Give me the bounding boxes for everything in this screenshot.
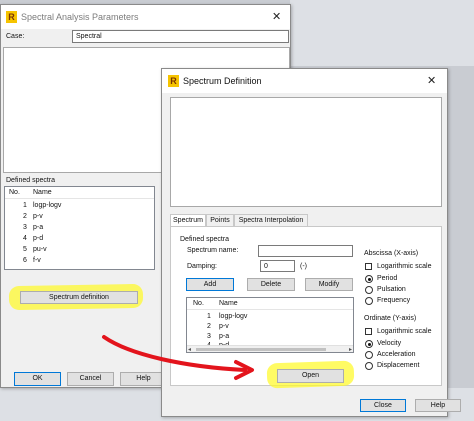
- damping-field[interactable]: 0: [260, 260, 295, 272]
- add-button[interactable]: Add: [186, 278, 234, 291]
- back-spectra-list: No. Name 1 logp-logv 2 p-v 3 p-a 4 p-d 5…: [4, 186, 155, 270]
- desktop-background: [290, 0, 474, 66]
- tab-points[interactable]: Points: [206, 214, 234, 226]
- back-list-header-name[interactable]: Name: [33, 189, 52, 196]
- spectrum-definition-window: R Spectrum Definition ✕ Spectrum Points …: [161, 68, 461, 417]
- radio-velocity-label: Velocity: [377, 340, 402, 347]
- modify-button[interactable]: Modify: [305, 278, 353, 291]
- list-item[interactable]: 2 p-v: [187, 322, 353, 332]
- back-help-button[interactable]: Help: [120, 372, 167, 386]
- radio-acceleration-label: Acceleration: [377, 351, 416, 358]
- front-window-title: Spectrum Definition: [183, 76, 262, 86]
- spectrum-name-label: Spectrum name:: [187, 247, 239, 254]
- radio-period[interactable]: [365, 275, 373, 283]
- close-button[interactable]: Close: [360, 399, 406, 412]
- delete-button[interactable]: Delete: [247, 278, 295, 291]
- spectrum-name-field[interactable]: [258, 245, 353, 257]
- list-item[interactable]: 6 f-v: [5, 256, 154, 266]
- damping-unit: (-): [300, 263, 307, 270]
- radio-displacement[interactable]: [365, 362, 373, 370]
- damping-label: Damping:: [187, 263, 217, 270]
- radio-frequency[interactable]: [365, 297, 373, 305]
- radio-acceleration[interactable]: [365, 351, 373, 359]
- spectrum-definition-button[interactable]: Spectrum definition: [20, 291, 138, 304]
- ordinate-log-label: Logarithmic scale: [377, 328, 432, 335]
- back-list-header: No. Name: [5, 187, 154, 199]
- abscissa-log-checkbox[interactable]: [365, 263, 372, 270]
- scroll-right-icon[interactable]: ▸: [349, 346, 352, 352]
- front-spectra-list: No. Name 1 logp-logv 2 p-v 3 p-a 4 p-d ◂: [186, 297, 354, 353]
- scroll-thumb[interactable]: [196, 348, 326, 351]
- radio-pulsation[interactable]: [365, 286, 373, 294]
- back-list-header-no[interactable]: No.: [9, 189, 20, 196]
- case-field[interactable]: Spectral: [72, 30, 289, 43]
- list-item[interactable]: 1 logp-logv: [187, 312, 353, 322]
- spectrum-description-area: [170, 97, 442, 207]
- front-list-header: No. Name: [187, 298, 353, 310]
- abscissa-log-label: Logarithmic scale: [377, 263, 432, 270]
- front-list-header-name[interactable]: Name: [219, 300, 238, 307]
- case-label: Case:: [6, 33, 25, 40]
- radio-frequency-label: Frequency: [377, 297, 411, 304]
- radio-displacement-label: Displacement: [377, 362, 420, 369]
- list-horizontal-scrollbar[interactable]: ◂ ▸: [187, 345, 353, 352]
- app-logo-icon: R: [168, 75, 179, 87]
- ok-button[interactable]: OK: [14, 372, 61, 386]
- radio-pulsation-label: Pulsation: [377, 286, 406, 293]
- back-window-titlebar[interactable]: R Spectral Analysis Parameters ✕: [1, 5, 290, 29]
- radio-velocity[interactable]: [365, 340, 373, 348]
- radio-period-label: Period: [377, 275, 398, 282]
- open-button[interactable]: Open: [277, 369, 344, 383]
- list-item[interactable]: 1 logp-logv: [5, 201, 154, 211]
- list-item[interactable]: 2 p-v: [5, 212, 154, 222]
- front-window-titlebar[interactable]: R Spectrum Definition ✕: [162, 69, 447, 93]
- tab-strip: Spectrum Points Spectra Interpolation: [170, 214, 442, 227]
- front-help-button[interactable]: Help: [415, 399, 461, 412]
- tab-spectra-interpolation[interactable]: Spectra Interpolation: [234, 214, 308, 226]
- app-logo-icon: R: [6, 11, 17, 23]
- abscissa-group-label: Abscissa (X-axis): [364, 250, 419, 257]
- back-defined-spectra-label: Defined spectra: [6, 177, 56, 184]
- list-item[interactable]: 5 pu-v: [5, 245, 154, 255]
- scroll-left-icon[interactable]: ◂: [188, 346, 191, 352]
- ordinate-group-label: Ordinate (Y-axis): [364, 315, 417, 322]
- front-defined-spectra-label: Defined spectra: [180, 236, 230, 243]
- cancel-button[interactable]: Cancel: [67, 372, 114, 386]
- ordinate-log-checkbox[interactable]: [365, 328, 372, 335]
- front-window-close-icon[interactable]: ✕: [427, 74, 436, 87]
- back-window-close-icon[interactable]: ✕: [272, 10, 281, 23]
- back-window-title: Spectral Analysis Parameters: [21, 12, 139, 22]
- front-list-header-no[interactable]: No.: [193, 300, 204, 307]
- list-item[interactable]: 4 p-d: [5, 234, 154, 244]
- list-item[interactable]: 3 p-a: [5, 223, 154, 233]
